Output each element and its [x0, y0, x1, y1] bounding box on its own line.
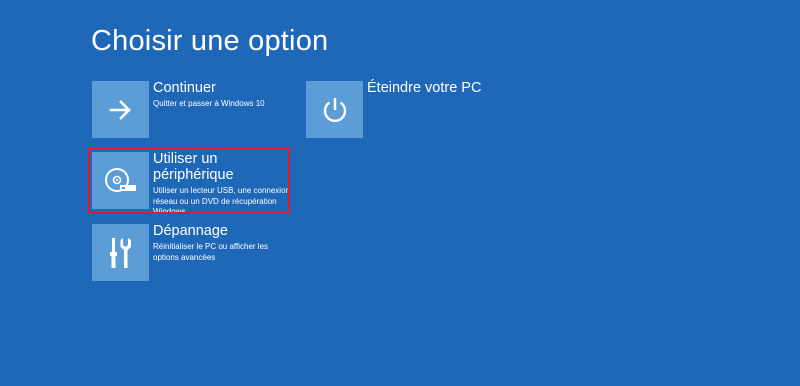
continue-option[interactable]: Continuer Quitter et passer à Windows 10 — [92, 80, 292, 138]
page-title: Choisir une option — [91, 25, 329, 57]
tools-icon — [106, 236, 136, 270]
troubleshoot-title: Dépannage — [153, 223, 228, 239]
use-device-description: Utiliser un lecteur USB, une connexion r… — [153, 186, 290, 216]
continue-description: Quitter et passer à Windows 10 — [153, 99, 265, 108]
arrow-right-icon — [109, 99, 133, 120]
use-device-title: Utiliser un périphérique — [153, 151, 234, 183]
shutdown-option[interactable]: Éteindre votre PC — [306, 80, 506, 138]
shutdown-tile[interactable] — [306, 81, 363, 138]
troubleshoot-option[interactable]: Dépannage Réinitialiser le PC ou affiche… — [92, 223, 292, 281]
shutdown-title: Éteindre votre PC — [367, 80, 482, 96]
troubleshoot-tile[interactable] — [92, 224, 149, 281]
troubleshoot-description: Réinitialiser le PC ou afficher les opti… — [153, 242, 269, 262]
power-icon — [320, 95, 350, 125]
disc-drive-icon — [104, 166, 138, 196]
continue-tile[interactable] — [92, 81, 149, 138]
use-device-option[interactable]: Utiliser un périphérique Utiliser un lec… — [92, 151, 292, 216]
use-device-tile[interactable] — [92, 152, 149, 209]
continue-title: Continuer — [153, 80, 216, 96]
